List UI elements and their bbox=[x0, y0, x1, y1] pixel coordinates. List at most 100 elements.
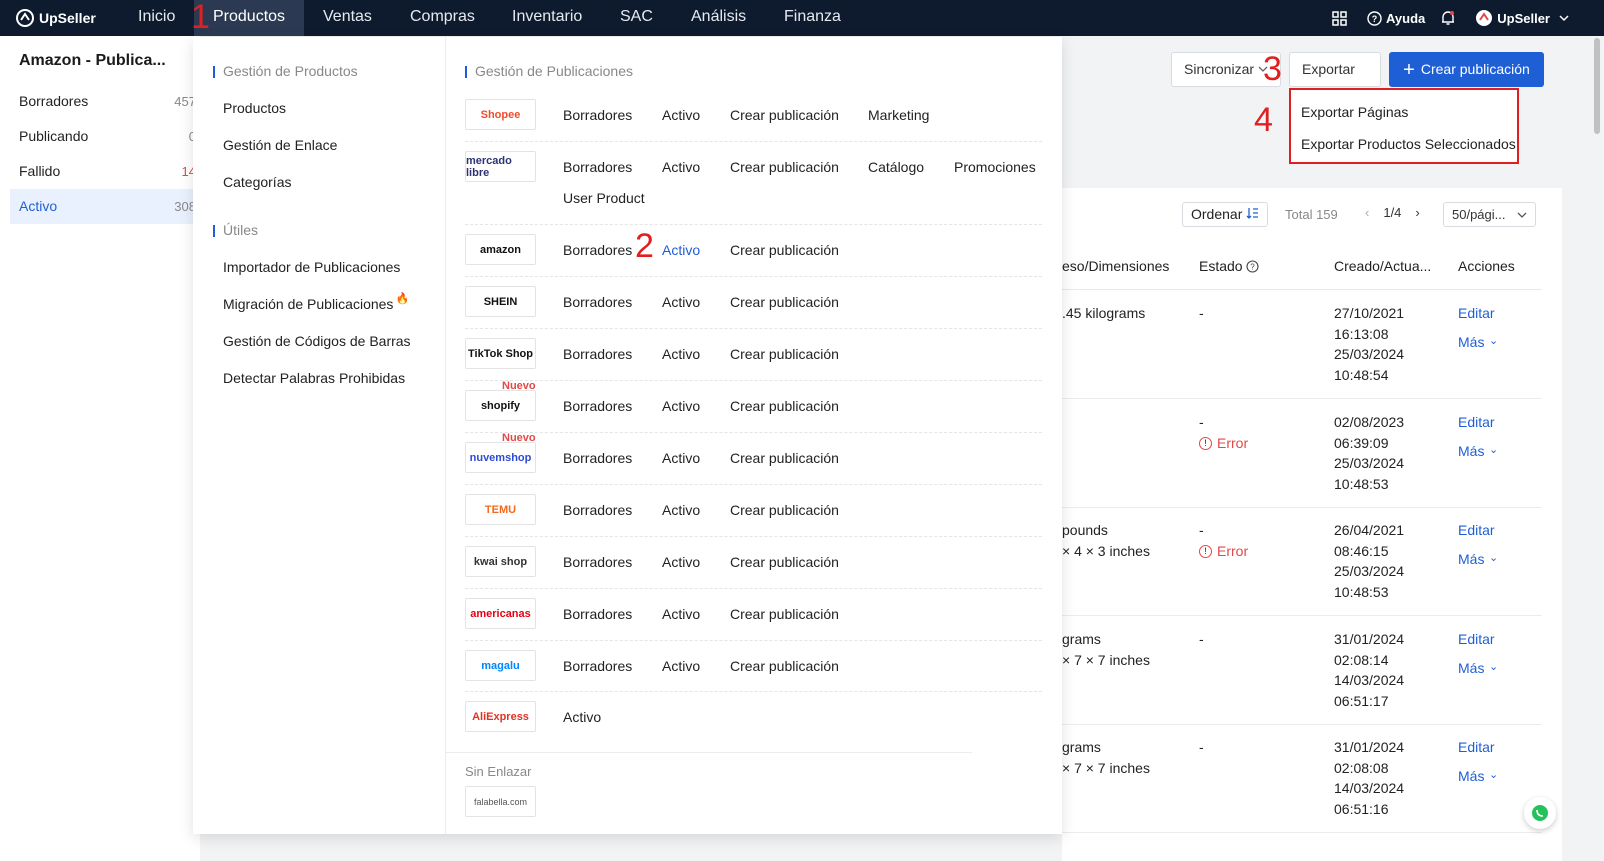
platform-logo-shein[interactable]: SHEIN bbox=[465, 286, 536, 317]
platform-link-crear-publicación[interactable]: Crear publicación bbox=[730, 242, 839, 258]
platform-link-borradores[interactable]: Borradores bbox=[563, 606, 632, 622]
account-avatar-icon bbox=[1476, 10, 1493, 26]
nav-sac[interactable]: SAC bbox=[617, 0, 656, 36]
platform-link-activo[interactable]: Activo bbox=[662, 554, 700, 570]
platform-link-borradores[interactable]: Borradores bbox=[563, 450, 632, 466]
nav-finanza[interactable]: Finanza bbox=[781, 0, 844, 36]
create-listing-button[interactable]: + Crear publicación bbox=[1389, 52, 1544, 87]
whatsapp-chat-button[interactable] bbox=[1524, 797, 1556, 829]
menu-item-migracion[interactable]: Migración de Publicaciones 🔥 bbox=[223, 293, 409, 312]
platform-link-activo[interactable]: Activo bbox=[662, 346, 700, 362]
platform-link-activo[interactable]: Activo bbox=[662, 294, 700, 310]
platform-link-borradores[interactable]: Borradores bbox=[563, 658, 632, 674]
platform-logo-mercado-libre[interactable]: mercado libre bbox=[465, 151, 536, 182]
platform-logo-americanas[interactable]: americanas bbox=[465, 598, 536, 629]
platform-link-crear-publicación[interactable]: Crear publicación bbox=[730, 346, 839, 362]
created-updated-cell: 31/01/2024 02:08:08 14/03/2024 06:51:16 bbox=[1334, 739, 1405, 817]
platform-link-borradores[interactable]: Borradores bbox=[563, 159, 632, 175]
menu-item-palabras-prohibidas[interactable]: Detectar Palabras Prohibidas bbox=[223, 370, 405, 386]
platform-link-crear-publicación[interactable]: Crear publicación bbox=[730, 398, 839, 414]
platform-logo-shopee[interactable]: Shopee bbox=[465, 99, 536, 130]
nav-inicio[interactable]: Inicio bbox=[135, 0, 178, 36]
nav-analisis[interactable]: Análisis bbox=[688, 0, 749, 36]
chevron-left-icon[interactable]: ‹ bbox=[1365, 205, 1369, 220]
platform-link-borradores[interactable]: Borradores bbox=[563, 107, 632, 123]
platform-link-user-product[interactable]: User Product bbox=[563, 190, 645, 206]
platform-link-borradores[interactable]: Borradores bbox=[563, 346, 632, 362]
platform-link-activo[interactable]: Activo bbox=[662, 107, 700, 123]
more-actions-link[interactable]: Más bbox=[1458, 766, 1484, 787]
nav-ventas[interactable]: Ventas bbox=[320, 0, 375, 36]
platform-link-activo[interactable]: Activo bbox=[563, 709, 601, 725]
menu-item-productos[interactable]: Productos bbox=[223, 100, 286, 116]
sort-button[interactable]: Ordenar bbox=[1182, 202, 1269, 227]
chevron-right-icon[interactable]: › bbox=[1415, 205, 1419, 220]
platform-link-borradores[interactable]: Borradores bbox=[563, 502, 632, 518]
platform-logo-amazon[interactable]: amazon bbox=[465, 234, 536, 265]
platform-logo-temu[interactable]: TEMU bbox=[465, 494, 536, 525]
sidebar-item-activo[interactable]: Activo 308 bbox=[10, 189, 200, 224]
nav-productos[interactable]: Productos bbox=[194, 0, 305, 36]
menu-item-gestion-enlace[interactable]: Gestión de Enlace bbox=[223, 137, 337, 153]
platform-logo-falabella[interactable]: falabella.com bbox=[465, 786, 536, 817]
more-actions-link[interactable]: Más bbox=[1458, 332, 1484, 353]
upseller-logo[interactable]: UpSeller bbox=[16, 8, 96, 28]
account-menu[interactable]: UpSeller bbox=[1475, 9, 1574, 27]
platform-link-activo[interactable]: Activo bbox=[662, 606, 700, 622]
sidebar-item-fallido[interactable]: Fallido 14 bbox=[10, 154, 200, 189]
help-circle-icon: ? bbox=[1367, 10, 1382, 26]
platform-link-crear-publicación[interactable]: Crear publicación bbox=[730, 450, 839, 466]
platform-logo-kwai-shop[interactable]: kwai shop bbox=[465, 546, 536, 577]
more-actions-link[interactable]: Más bbox=[1458, 441, 1484, 462]
edit-link[interactable]: Editar bbox=[1458, 737, 1495, 758]
platform-link-borradores[interactable]: Borradores bbox=[563, 294, 632, 310]
more-actions-link[interactable]: Más bbox=[1458, 549, 1484, 570]
platform-link-crear-publicación[interactable]: Crear publicación bbox=[730, 159, 839, 175]
menu-item-codigos-barras[interactable]: Gestión de Códigos de Barras bbox=[223, 333, 411, 349]
platform-link-crear-publicación[interactable]: Crear publicación bbox=[730, 502, 839, 518]
menu-item-categorias[interactable]: Categorías bbox=[223, 174, 291, 190]
edit-link[interactable]: Editar bbox=[1458, 629, 1495, 650]
platform-logo-shopify[interactable]: shopify bbox=[465, 390, 536, 421]
edit-link[interactable]: Editar bbox=[1458, 520, 1495, 541]
platform-link-crear-publicación[interactable]: Crear publicación bbox=[730, 658, 839, 674]
platform-link-promociones[interactable]: Promociones bbox=[954, 159, 1036, 175]
page-scrollbar[interactable] bbox=[1594, 38, 1600, 134]
platform-link-marketing[interactable]: Marketing bbox=[868, 107, 929, 123]
edit-link[interactable]: Editar bbox=[1458, 303, 1495, 324]
platform-logo-aliexpress[interactable]: AliExpress bbox=[465, 701, 536, 732]
platform-link-catálogo[interactable]: Catálogo bbox=[868, 159, 924, 175]
platform-link-borradores[interactable]: Borradores bbox=[563, 242, 632, 258]
platform-link-activo[interactable]: Activo bbox=[662, 450, 700, 466]
sidebar-item-borradores[interactable]: Borradores 457 bbox=[10, 84, 200, 119]
sidebar-item-publicando[interactable]: Publicando 0 bbox=[10, 119, 200, 154]
menu-item-migracion-label: Migración de Publicaciones bbox=[223, 296, 394, 312]
platform-link-activo[interactable]: Activo bbox=[662, 159, 700, 175]
platform-logo-tiktok-shop[interactable]: TikTok Shop bbox=[465, 338, 536, 369]
export-selected-item[interactable]: Exportar Productos Seleccionados bbox=[1291, 128, 1517, 160]
platform-link-crear-publicación[interactable]: Crear publicación bbox=[730, 294, 839, 310]
menu-item-importador[interactable]: Importador de Publicaciones bbox=[223, 259, 400, 275]
platform-logo-nuvemshop[interactable]: nuvemshop bbox=[465, 442, 536, 473]
platform-link-crear-publicación[interactable]: Crear publicación bbox=[730, 107, 839, 123]
platform-link-crear-publicación[interactable]: Crear publicación bbox=[730, 554, 839, 570]
more-actions-link[interactable]: Más bbox=[1458, 658, 1484, 679]
platform-link-borradores[interactable]: Borradores bbox=[563, 398, 632, 414]
platform-link-crear-publicación[interactable]: Crear publicación bbox=[730, 606, 839, 622]
edit-link[interactable]: Editar bbox=[1458, 412, 1495, 433]
platform-logo-magalu[interactable]: magalu bbox=[465, 650, 536, 681]
export-button[interactable]: Exportar bbox=[1289, 52, 1381, 105]
help-button[interactable]: ? Ayuda bbox=[1367, 11, 1425, 26]
platform-link-activo[interactable]: Activo bbox=[662, 658, 700, 674]
nav-inventario[interactable]: Inventario bbox=[509, 0, 585, 36]
export-pages-item[interactable]: Exportar Páginas bbox=[1291, 96, 1517, 128]
platform-link-activo[interactable]: Activo bbox=[662, 242, 700, 258]
page-size-select[interactable]: 50/pági... bbox=[1443, 202, 1536, 227]
help-circle-icon[interactable]: ? bbox=[1246, 260, 1260, 273]
platform-link-borradores[interactable]: Borradores bbox=[563, 554, 632, 570]
apps-grid-button[interactable] bbox=[1332, 10, 1351, 26]
notifications-button[interactable] bbox=[1441, 10, 1459, 26]
platform-link-activo[interactable]: Activo bbox=[662, 502, 700, 518]
nav-compras[interactable]: Compras bbox=[407, 0, 478, 36]
platform-link-activo[interactable]: Activo bbox=[662, 398, 700, 414]
